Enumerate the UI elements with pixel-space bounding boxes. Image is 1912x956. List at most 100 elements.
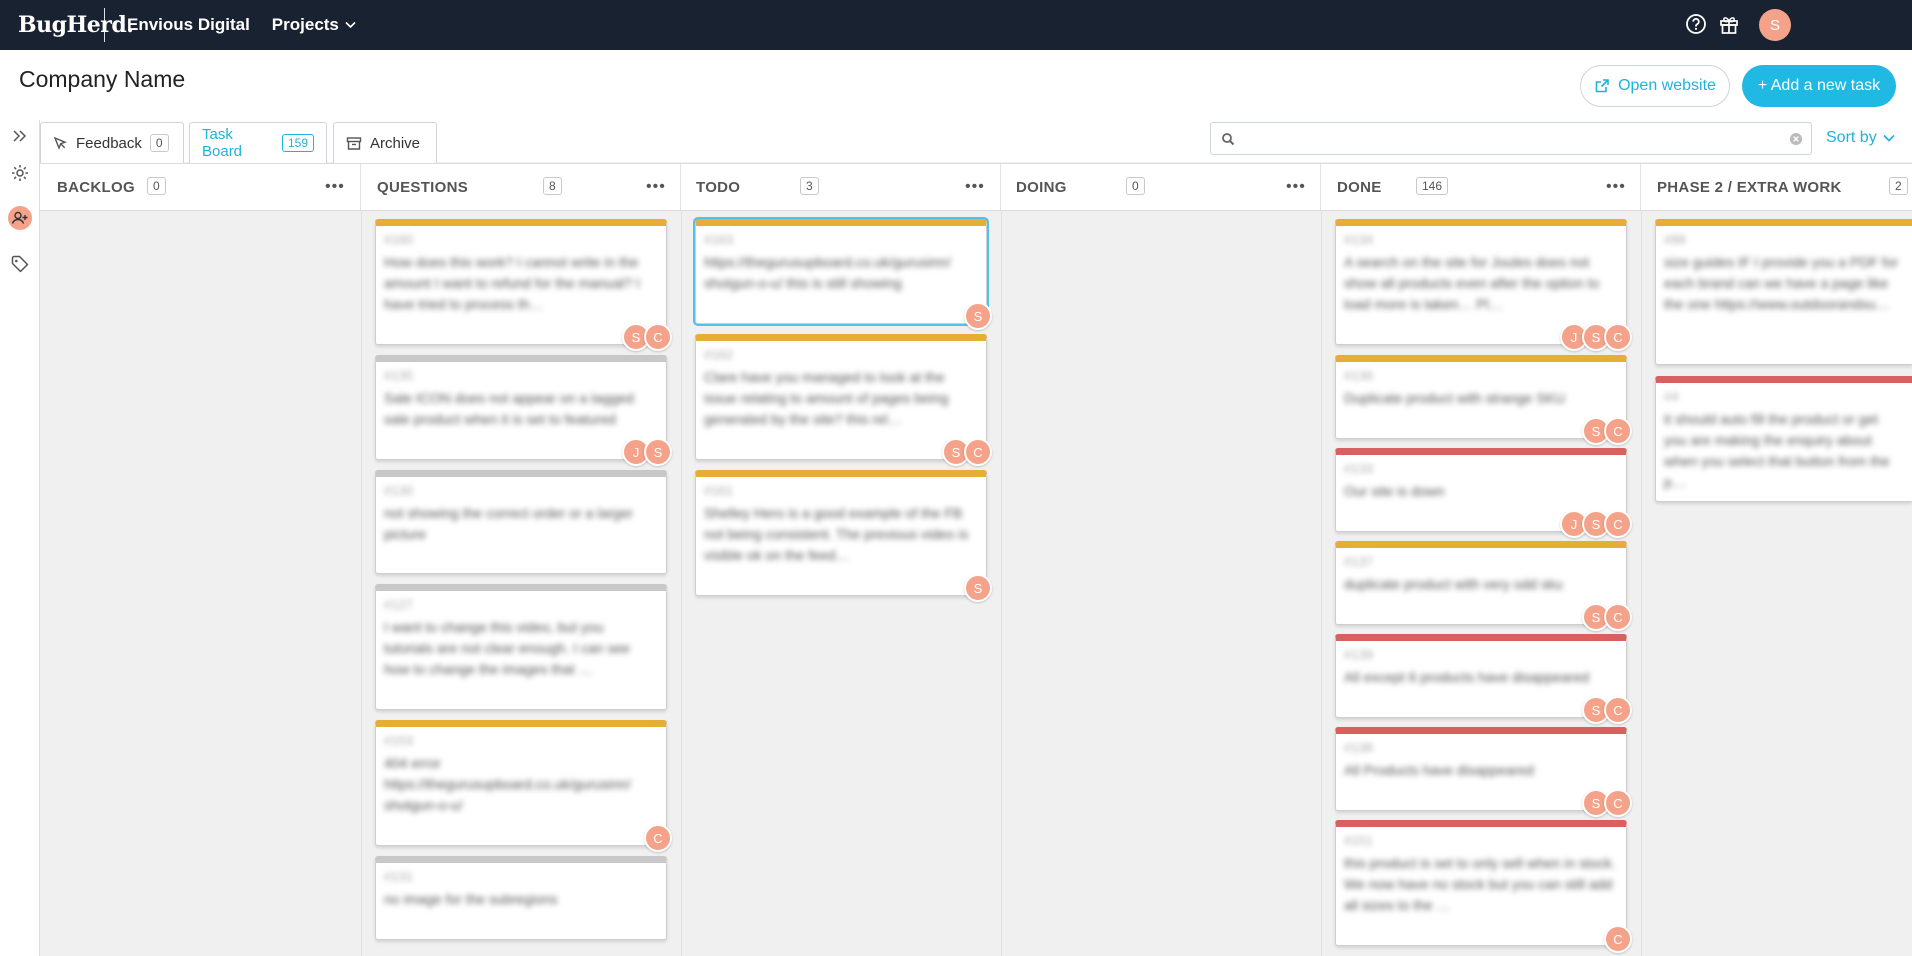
open-website-button[interactable]: Open website	[1580, 65, 1730, 107]
task-id: #134	[1344, 232, 1373, 247]
task-card[interactable]: #88 size guides IF I provide you a PDF f…	[1655, 219, 1912, 365]
assignee-avatar[interactable]: C	[1604, 789, 1632, 817]
column-count: 8	[543, 177, 562, 195]
task-id: #130	[384, 483, 413, 498]
task-card[interactable]: #139 All except 6 products have disappea…	[1335, 634, 1632, 724]
task-card[interactable]: #136 Duplicate product with strange SKU …	[1335, 355, 1632, 445]
assignee-avatar[interactable]: C	[1604, 417, 1632, 445]
search-input[interactable]	[1241, 128, 1781, 150]
organization-name[interactable]: Envious Digital	[127, 15, 250, 35]
bugherd-logo[interactable]: BugHerd.	[0, 12, 134, 38]
task-card[interactable]: #162 Clare have you managed to look at t…	[695, 334, 992, 466]
column-menu-icon[interactable]: •••	[965, 178, 985, 196]
task-id: #162	[704, 347, 733, 362]
assignee-avatar[interactable]: C	[1604, 603, 1632, 631]
assignee-avatar[interactable]: S	[964, 574, 992, 602]
task-card[interactable]: #153 404 error https://thegurusupboard.c…	[375, 720, 672, 852]
task-card[interactable]: #160 How does this work? I cannot write …	[375, 219, 672, 351]
help-icon[interactable]	[1685, 13, 1709, 37]
task-id: #133	[1344, 461, 1373, 476]
column-count: 0	[147, 177, 166, 195]
external-link-icon	[1595, 79, 1609, 93]
task-description: How does this work? I cannot write in th…	[384, 254, 641, 312]
assignee-avatar[interactable]: S	[644, 438, 672, 466]
task-card[interactable]: #163 https://thegurusupboard.co.uk/gurus…	[695, 219, 992, 330]
task-id: #136	[1344, 368, 1373, 383]
add-user-icon[interactable]	[8, 206, 32, 230]
task-board-column-headers: BACKLOG 0 ••• QUESTIONS 8 ••• TODO 3 •••…	[40, 163, 1912, 211]
chevron-down-icon	[1883, 134, 1895, 142]
assignee-avatar[interactable]: C	[644, 323, 672, 351]
column-header-backlog[interactable]: BACKLOG 0 •••	[40, 164, 361, 210]
task-card[interactable]: #137 duplicate product with very odd sku…	[1335, 541, 1632, 631]
tab-feedback[interactable]: Feedback 0	[40, 122, 184, 163]
task-description: no image for the subregions	[384, 891, 558, 907]
projects-menu[interactable]: Projects	[272, 15, 356, 35]
task-description: size guides IF I provide you a PDF for e…	[1664, 254, 1899, 312]
user-avatar[interactable]: S	[1759, 9, 1791, 41]
column-menu-icon[interactable]: •••	[1606, 178, 1626, 196]
task-description: I want to change this video, but you tut…	[384, 619, 630, 677]
column-menu-icon[interactable]: •••	[325, 178, 345, 196]
task-card[interactable]: #131 no image for the subregions	[375, 856, 667, 940]
expand-sidebar-icon[interactable]	[8, 124, 32, 148]
task-card[interactable]: #138 All Products have disappeared S C	[1335, 727, 1632, 817]
tab-task-board[interactable]: Task Board 159	[189, 122, 327, 163]
task-id: #127	[384, 597, 413, 612]
search-box[interactable]	[1210, 122, 1812, 155]
task-id: #138	[1344, 740, 1373, 755]
task-id: #4	[1664, 389, 1679, 404]
settings-gear-icon[interactable]	[8, 161, 32, 185]
assignee-avatar[interactable]: C	[644, 824, 672, 852]
tab-feedback-count: 0	[149, 134, 169, 152]
tab-archive[interactable]: Archive	[333, 122, 437, 163]
chevron-down-icon	[345, 21, 356, 29]
task-description: Clare have you managed to look at the is…	[704, 369, 949, 427]
task-description: A search on the site for Joules does not…	[1344, 254, 1600, 312]
task-id: #160	[384, 232, 413, 247]
task-description: All Products have disappeared	[1344, 762, 1534, 778]
task-id: #135	[384, 368, 413, 383]
open-website-label: Open website	[1618, 77, 1716, 94]
assignee-avatar[interactable]: C	[1604, 925, 1632, 953]
task-card[interactable]: #151 this product is set to only sell wh…	[1335, 820, 1632, 953]
tag-icon[interactable]	[8, 252, 32, 276]
sort-by-dropdown[interactable]: Sort by	[1826, 129, 1895, 147]
task-description: All except 6 products have disappeared	[1344, 669, 1590, 685]
task-card[interactable]: #4 it should auto fill the product or ge…	[1655, 376, 1912, 502]
column-divider	[681, 211, 682, 956]
add-new-task-button[interactable]: + Add a new task	[1742, 65, 1896, 107]
column-header-done[interactable]: DONE 146 •••	[1321, 164, 1641, 210]
task-card[interactable]: #130 not showing the correct order or a …	[375, 470, 667, 574]
clear-search-icon[interactable]	[1789, 132, 1803, 146]
task-card[interactable]: #161 Shelley Hero is a good example of t…	[695, 470, 992, 602]
column-divider	[1001, 211, 1002, 956]
column-header-todo[interactable]: TODO 3 •••	[681, 164, 1001, 210]
column-header-doing[interactable]: DOING 0 •••	[1001, 164, 1321, 210]
column-header-phase-2[interactable]: PHASE 2 / EXTRA WORK 2	[1641, 164, 1912, 210]
task-card[interactable]: #127 I want to change this video, but yo…	[375, 584, 667, 710]
assignee-avatar[interactable]: C	[1604, 510, 1632, 538]
column-name: PHASE 2 / EXTRA WORK	[1657, 178, 1842, 196]
gift-icon[interactable]	[1718, 13, 1742, 37]
column-count: 146	[1416, 177, 1449, 195]
task-id: #139	[1344, 647, 1373, 662]
tab-feedback-label: Feedback	[76, 134, 142, 152]
column-divider	[361, 211, 362, 956]
task-id: #88	[1664, 232, 1686, 247]
assignee-avatar[interactable]: C	[1604, 696, 1632, 724]
task-card[interactable]: #134 A search on the site for Joules doe…	[1335, 219, 1632, 351]
column-menu-icon[interactable]: •••	[646, 178, 666, 196]
assignee-avatar[interactable]: C	[1604, 323, 1632, 351]
assignee-avatar[interactable]: S	[964, 302, 992, 330]
column-header-questions[interactable]: QUESTIONS 8 •••	[361, 164, 681, 210]
assignee-avatar[interactable]: C	[964, 438, 992, 466]
column-menu-icon[interactable]: •••	[1286, 178, 1306, 196]
column-divider	[1641, 211, 1642, 956]
task-card[interactable]: #133 Our site is down J S C	[1335, 448, 1632, 538]
task-description: not showing the correct order or a large…	[384, 505, 634, 542]
search-icon	[1222, 133, 1235, 146]
task-description: https://thegurusupboard.co.uk/gurusinn/ …	[704, 254, 951, 291]
task-card[interactable]: #135 Sale ICON does not appear on a tagg…	[375, 355, 672, 466]
task-id: #153	[384, 733, 413, 748]
